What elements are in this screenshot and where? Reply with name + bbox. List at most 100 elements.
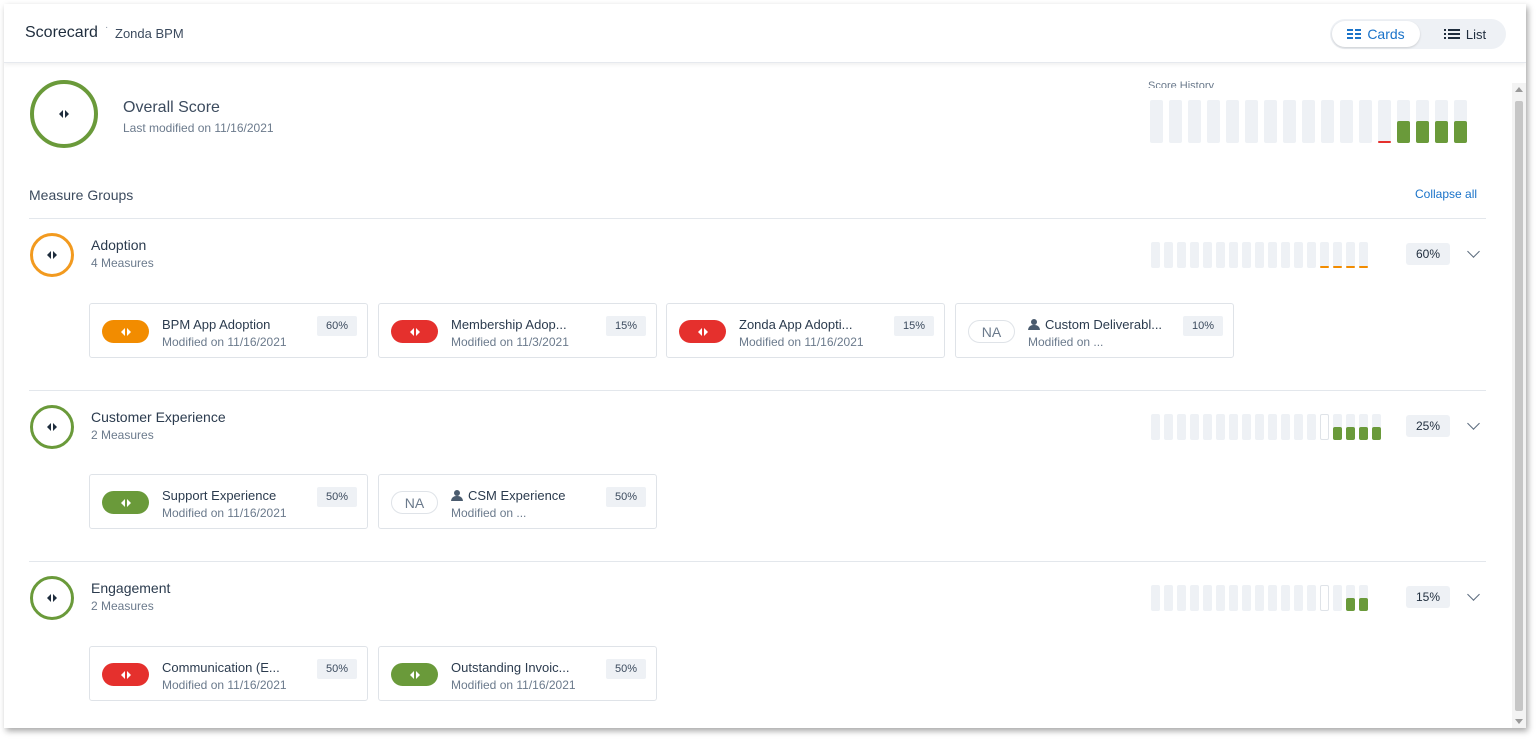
measure-weight: 50% xyxy=(606,659,646,679)
trend-icon xyxy=(120,327,131,336)
group-score-history xyxy=(1151,242,1368,268)
history-bar xyxy=(1294,585,1303,611)
measure-modified: Modified on ... xyxy=(451,506,527,520)
trend-icon xyxy=(47,423,57,431)
history-bar-fill xyxy=(1435,121,1448,143)
measure-name: CSM Experience xyxy=(468,488,566,503)
list-icon xyxy=(1443,29,1460,39)
history-bar xyxy=(1255,242,1264,268)
scorecard-window: Scorecard · Zonda BPM Cards List Overall… xyxy=(4,4,1526,728)
history-bar xyxy=(1307,585,1316,611)
group-score-history xyxy=(1151,414,1381,440)
measure-card[interactable]: Support Experience Modified on 11/16/202… xyxy=(89,474,368,529)
vertical-scrollbar[interactable] xyxy=(1512,83,1526,728)
header-bar: Scorecard · Zonda BPM Cards List xyxy=(4,4,1526,63)
group-name[interactable]: Adoption xyxy=(91,237,146,253)
measure-name: BPM App Adoption xyxy=(162,317,271,332)
trend-icon xyxy=(59,110,69,118)
company-name: Zonda BPM xyxy=(115,26,184,41)
measure-name: Communication (E... xyxy=(162,660,280,675)
history-bar xyxy=(1216,414,1225,440)
chevron-down-icon[interactable] xyxy=(1467,588,1480,601)
status-pill-green xyxy=(102,491,149,514)
cards-view-button[interactable]: Cards xyxy=(1332,21,1420,47)
group-measure-count: 4 Measures xyxy=(91,256,154,270)
overall-last-modified: Last modified on 11/16/2021 xyxy=(123,121,274,135)
history-bar xyxy=(1264,100,1277,143)
history-bar-fill xyxy=(1397,121,1410,143)
history-bar xyxy=(1216,242,1225,268)
group-score-ring xyxy=(30,576,74,620)
status-pill-green xyxy=(391,663,438,686)
measure-card[interactable]: Outstanding Invoic... Modified on 11/16/… xyxy=(378,646,657,701)
chevron-down-icon[interactable] xyxy=(1467,417,1480,430)
group-score-ring xyxy=(30,405,74,449)
chevron-down-icon[interactable] xyxy=(1467,245,1480,258)
history-bar xyxy=(1321,100,1334,143)
trend-icon xyxy=(120,670,131,679)
history-bar xyxy=(1307,242,1316,268)
group-weight-badge: 15% xyxy=(1406,586,1450,608)
history-bar xyxy=(1346,414,1355,440)
trend-icon xyxy=(47,251,57,259)
status-pill-red xyxy=(679,320,726,343)
list-view-button[interactable]: List xyxy=(1426,21,1504,47)
measure-card[interactable]: BPM App Adoption Modified on 11/16/2021 … xyxy=(89,303,368,358)
history-bar xyxy=(1416,100,1429,143)
group-name[interactable]: Customer Experience xyxy=(91,409,226,425)
history-bar xyxy=(1294,242,1303,268)
history-bar-fill xyxy=(1346,598,1355,611)
status-pill-red xyxy=(102,663,149,686)
measure-modified: Modified on 11/16/2021 xyxy=(451,678,576,692)
measure-groups-title: Measure Groups xyxy=(29,187,134,203)
history-bar xyxy=(1320,585,1329,611)
history-bar xyxy=(1333,242,1342,268)
history-bar xyxy=(1268,585,1277,611)
history-bar-fill xyxy=(1359,598,1368,611)
history-bar xyxy=(1242,242,1251,268)
scroll-down-arrow-icon[interactable] xyxy=(1515,719,1523,724)
history-bar xyxy=(1169,100,1182,143)
measure-modified: Modified on 11/16/2021 xyxy=(162,335,287,349)
history-bar xyxy=(1190,585,1199,611)
history-bar xyxy=(1242,414,1251,440)
history-bar xyxy=(1268,242,1277,268)
measure-name: Custom Deliverabl... xyxy=(1045,317,1163,332)
history-bar xyxy=(1281,242,1290,268)
page-title: Scorecard xyxy=(25,24,98,41)
measure-card[interactable]: Zonda App Adopti... Modified on 11/16/20… xyxy=(666,303,945,358)
measure-weight: 60% xyxy=(317,316,357,336)
status-pill-red xyxy=(391,320,438,343)
group-weight-badge: 25% xyxy=(1406,415,1450,437)
history-bar xyxy=(1190,414,1199,440)
measure-weight: 15% xyxy=(606,316,646,336)
history-bar xyxy=(1307,414,1316,440)
scroll-up-arrow-icon[interactable] xyxy=(1515,87,1523,92)
history-bar xyxy=(1333,585,1342,611)
measure-modified: Modified on 11/3/2021 xyxy=(451,335,569,349)
trend-icon xyxy=(409,670,420,679)
measure-card[interactable]: NA CSM Experience Modified on ... 50% xyxy=(378,474,657,529)
history-bar xyxy=(1268,414,1277,440)
measure-name: Zonda App Adopti... xyxy=(739,317,853,332)
history-bar-fill xyxy=(1372,427,1381,440)
view-toggle: Cards List xyxy=(1330,19,1506,49)
history-bar xyxy=(1177,242,1186,268)
history-bar-fill xyxy=(1346,427,1355,440)
measure-modified: Modified on 11/16/2021 xyxy=(739,335,864,349)
history-bar xyxy=(1216,585,1225,611)
history-bar-fill xyxy=(1416,121,1429,143)
score-history-label: Score History xyxy=(1148,80,1215,88)
list-view-label: List xyxy=(1465,26,1487,42)
measure-card[interactable]: NA Custom Deliverabl... Modified on ... … xyxy=(955,303,1234,358)
group-name[interactable]: Engagement xyxy=(91,580,170,596)
history-bar xyxy=(1359,414,1368,440)
scrollbar-thumb[interactable] xyxy=(1515,101,1523,711)
status-pill-orange xyxy=(102,320,149,343)
history-bar xyxy=(1359,585,1368,611)
history-bar xyxy=(1229,242,1238,268)
collapse-all-link[interactable]: Collapse all xyxy=(1415,187,1477,201)
measure-card[interactable]: Communication (E... Modified on 11/16/20… xyxy=(89,646,368,701)
measure-card[interactable]: Membership Adop... Modified on 11/3/2021… xyxy=(378,303,657,358)
measure-modified: Modified on 11/16/2021 xyxy=(162,678,287,692)
